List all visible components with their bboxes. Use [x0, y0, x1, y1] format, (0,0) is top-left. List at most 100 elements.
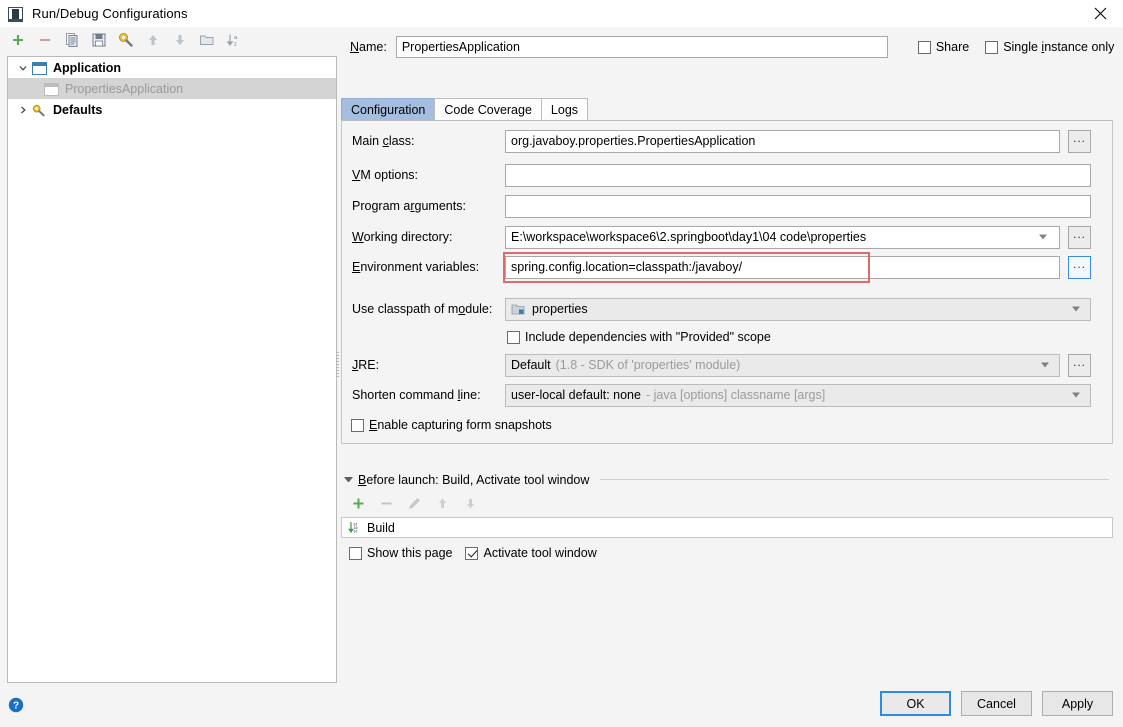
plus-icon[interactable] [351, 496, 367, 512]
program-arguments-row: Program arguments: [342, 194, 1112, 218]
cancel-button[interactable]: Cancel [961, 691, 1032, 716]
configurations-tree[interactable]: Application PropertiesApplication [7, 56, 337, 683]
shorten-command-line-dropdown-arrow[interactable] [1072, 393, 1080, 398]
tab-logs[interactable]: Logs [541, 98, 588, 121]
application-icon [32, 60, 48, 76]
arrow-up-icon[interactable] [145, 32, 161, 48]
jre-combo[interactable]: Default (1.8 - SDK of 'properties' modul… [505, 354, 1060, 377]
configuration-editor-panel: Name: Share Single instance only Confi [338, 27, 1123, 683]
include-provided-checkbox-box[interactable] [507, 331, 520, 344]
single-instance-only-checkbox[interactable]: Single instance only [985, 40, 1114, 54]
folder-icon[interactable] [199, 32, 215, 48]
help-icon[interactable]: ? [8, 697, 24, 713]
show-this-page-checkbox[interactable]: Show this page [349, 546, 452, 560]
shorten-command-line-value: user-local default: none [511, 388, 641, 402]
minus-icon[interactable] [37, 32, 53, 48]
activate-tool-window-checkbox-box[interactable] [465, 547, 478, 560]
shorten-command-line-combo[interactable]: user-local default: none - java [options… [505, 384, 1091, 407]
build-icon: 01 10 01 [348, 521, 361, 534]
include-provided-checkbox[interactable]: Include dependencies with "Provided" sco… [507, 330, 771, 344]
intellij-idea-icon [8, 6, 24, 22]
jre-hint: (1.8 - SDK of 'properties' module) [556, 358, 741, 372]
plus-icon[interactable] [10, 32, 26, 48]
tree-item-label: Application [53, 61, 121, 75]
enable-capturing-checkbox-box[interactable] [351, 419, 364, 432]
close-icon[interactable] [1077, 0, 1123, 27]
svg-text:?: ? [13, 701, 19, 712]
ok-button[interactable]: OK [880, 691, 951, 716]
main-class-row: Main class: org.javaboy.properties.Prope… [342, 129, 1112, 153]
application-icon-dim [44, 81, 60, 97]
before-launch-task-label: Build [367, 521, 395, 535]
shorten-command-line-row: Shorten command line: user-local default… [342, 383, 1112, 407]
shorten-command-line-hint: - java [options] classname [args] [646, 388, 825, 402]
before-launch-task-list[interactable]: 01 10 01 Build [341, 517, 1113, 538]
vm-options-row: VM options: [342, 163, 1112, 187]
activate-tool-window-checkbox[interactable]: Activate tool window [465, 546, 596, 560]
arrow-up-icon [435, 496, 451, 512]
configurations-toolbar: a z [0, 27, 338, 53]
tab-code-coverage[interactable]: Code Coverage [434, 98, 542, 121]
share-checkbox[interactable]: Share [918, 40, 969, 54]
module-icon [511, 303, 525, 316]
jre-value: Default [511, 358, 551, 372]
jre-label: JRE: [352, 358, 379, 372]
single-instance-only-label: Single instance only [1003, 40, 1114, 54]
jre-row: JRE: Default (1.8 - SDK of 'properties' … [342, 353, 1112, 377]
editor-tabs: Configuration Code Coverage Logs [338, 96, 1123, 121]
working-directory-row: Working directory: E:\workspace\workspac… [342, 225, 1112, 249]
tree-item-application[interactable]: Application [8, 57, 336, 78]
copy-icon[interactable] [64, 32, 80, 48]
working-directory-input[interactable]: E:\workspace\workspace6\2.springboot\day… [505, 226, 1060, 249]
tree-item-properties-application[interactable]: PropertiesApplication [8, 78, 336, 99]
working-directory-dropdown-arrow[interactable] [1039, 235, 1047, 240]
chevron-right-icon[interactable] [16, 103, 30, 117]
title-bar: Run/Debug Configurations [0, 0, 1123, 27]
minus-icon [379, 496, 395, 512]
main-class-browse-button[interactable]: ... [1068, 130, 1091, 153]
main-class-input[interactable]: org.javaboy.properties.PropertiesApplica… [505, 130, 1060, 153]
activate-tool-window-label: Activate tool window [483, 546, 596, 560]
dialog-body: a z Application PropertiesAppli [0, 27, 1123, 683]
single-instance-only-checkbox-box[interactable] [985, 41, 998, 54]
use-classpath-of-module-dropdown-arrow[interactable] [1072, 307, 1080, 312]
arrow-down-icon[interactable] [172, 32, 188, 48]
collapse-triangle-icon[interactable] [344, 477, 353, 482]
show-this-page-checkbox-box[interactable] [349, 547, 362, 560]
program-arguments-input[interactable] [505, 195, 1091, 218]
use-classpath-of-module-row: Use classpath of module: properties [342, 297, 1112, 321]
tab-configuration[interactable]: Configuration [341, 98, 435, 121]
shorten-command-line-label: Shorten command line: [352, 388, 481, 402]
sort-az-icon[interactable]: a z [226, 32, 242, 48]
include-provided-label: Include dependencies with "Provided" sco… [525, 330, 771, 344]
wrench-icon[interactable] [118, 32, 134, 48]
jre-dropdown-arrow[interactable] [1041, 363, 1049, 368]
environment-variables-input[interactable]: spring.config.location=classpath:/javabo… [505, 256, 1060, 279]
enable-capturing-checkbox[interactable]: Enable capturing form snapshots [351, 418, 552, 432]
before-launch-checkboxes: Show this page Activate tool window [341, 546, 1113, 560]
working-directory-label: Working directory: [352, 230, 453, 244]
name-label: Name: [350, 40, 387, 54]
share-checkbox-box[interactable] [918, 41, 931, 54]
before-launch-header[interactable]: Before launch: Build, Activate tool wind… [341, 471, 1113, 488]
before-launch-toolbar [341, 493, 1113, 515]
chevron-down-icon[interactable] [16, 61, 30, 75]
include-provided-row: Include dependencies with "Provided" sco… [342, 325, 1112, 349]
apply-button[interactable]: Apply [1042, 691, 1113, 716]
working-directory-browse-button[interactable]: ... [1068, 226, 1091, 249]
dialog-buttons: OK Cancel Apply [880, 691, 1113, 716]
environment-variables-label: Environment variables: [352, 260, 479, 274]
vm-options-input[interactable] [505, 164, 1091, 187]
svg-text:z: z [234, 42, 237, 48]
tree-item-label: Defaults [53, 103, 102, 117]
use-classpath-of-module-combo[interactable]: properties [505, 298, 1091, 321]
name-input[interactable] [396, 36, 888, 58]
configurations-panel: a z Application PropertiesAppli [0, 27, 338, 683]
jre-browse-button[interactable]: ... [1068, 354, 1091, 377]
configuration-tab-panel: Main class: org.javaboy.properties.Prope… [341, 121, 1113, 444]
environment-variables-browse-button[interactable]: ... [1068, 256, 1091, 279]
save-icon[interactable] [91, 32, 107, 48]
tree-item-defaults[interactable]: Defaults [8, 99, 336, 120]
dialog-footer: ? OK Cancel Apply [0, 683, 1123, 727]
before-launch-section: Before launch: Build, Activate tool wind… [341, 471, 1113, 567]
